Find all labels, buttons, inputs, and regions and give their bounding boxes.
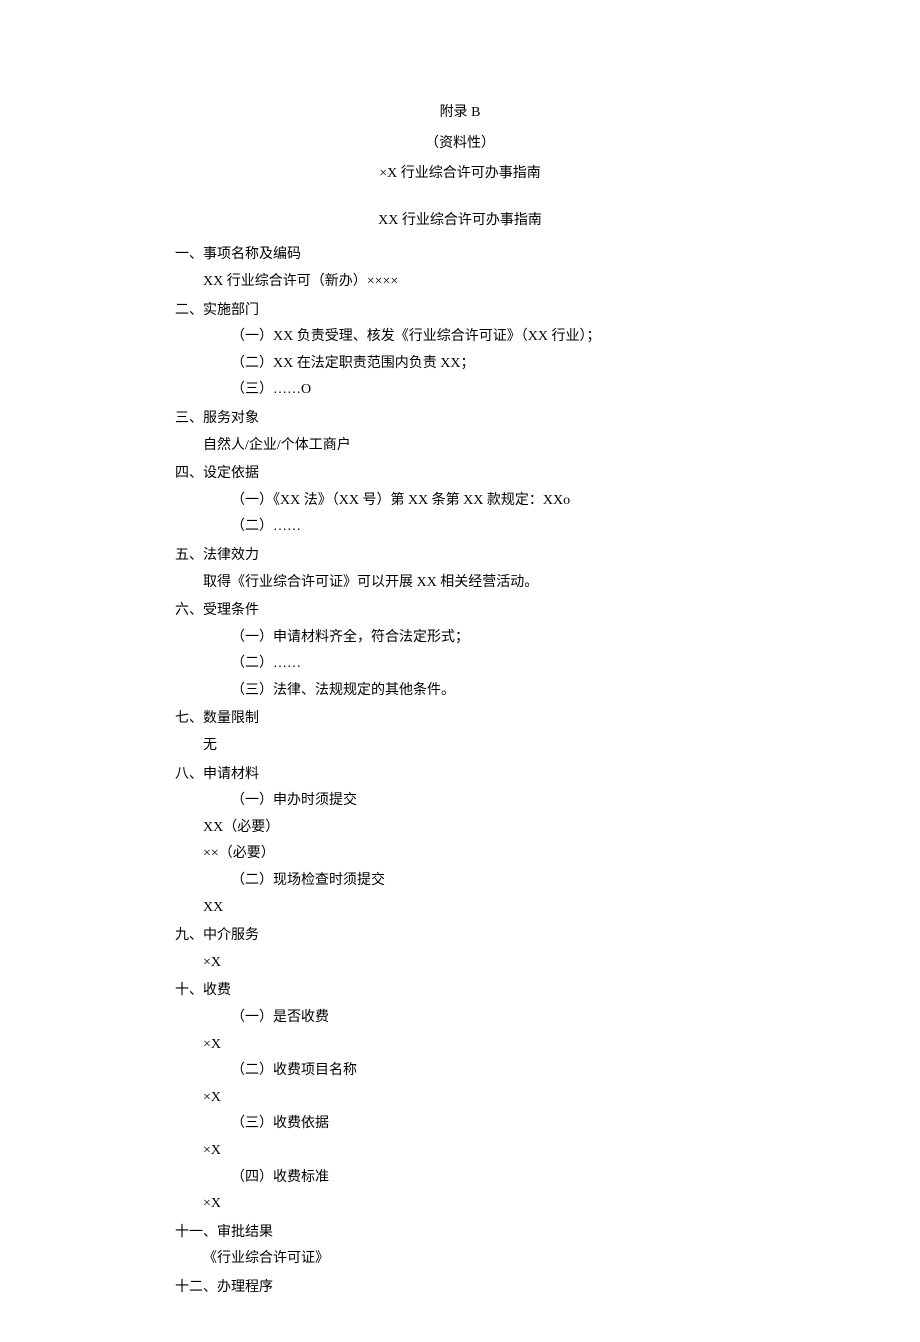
section-10-line-1: ×X (175, 1032, 745, 1059)
section-8-item-1: （一）申办时须提交 (175, 788, 745, 815)
section-8-heading: 八、申请材料 (175, 762, 745, 789)
section-10-heading: 十、收费 (175, 978, 745, 1005)
section-8-line-1: XX（必要） (175, 815, 745, 842)
section-5-content: 取得《行业综合许可证》可以开展 XX 相关经营活动。 (175, 570, 745, 597)
section-10-item-2: （二）收费项目名称 (175, 1058, 745, 1085)
section-8-line-2: ××（必要） (175, 841, 745, 868)
section-12-heading: 十二、办理程序 (175, 1275, 745, 1302)
section-6-heading: 六、受理条件 (175, 598, 745, 625)
section-10-line-2: ×X (175, 1085, 745, 1112)
section-1-content: XX 行业综合许可（新办）×××× (175, 269, 745, 296)
section-2-item-1: （一）XX 负责受理、核发《行业综合许可证》（XX 行业）； (175, 324, 745, 351)
section-10-line-4: ×X (175, 1191, 745, 1218)
section-7-heading: 七、数量限制 (175, 706, 745, 733)
section-4-item-1: （一）《XX 法》（XX 号）第 XX 条第 XX 款规定：XXo (175, 488, 745, 515)
section-9-content: ×X (175, 950, 745, 977)
section-2-item-2: （二）XX 在法定职责范围内负责 XX； (175, 351, 745, 378)
section-3-heading: 三、服务对象 (175, 406, 745, 433)
appendix-subtitle: （资料性） (175, 131, 745, 158)
main-title: XX 行业综合许可办事指南 (175, 208, 745, 235)
section-3-content: 自然人/企业/个体工商户 (175, 433, 745, 460)
section-2-heading: 二、实施部门 (175, 298, 745, 325)
section-10-item-3: （三）收费依据 (175, 1111, 745, 1138)
section-9-heading: 九、中介服务 (175, 923, 745, 950)
section-6-item-2: （二）…… (175, 651, 745, 678)
appendix-label: 附录 B (175, 100, 745, 127)
section-8-item-2: （二）现场检查时须提交 (175, 868, 745, 895)
section-11-heading: 十一、审批结果 (175, 1220, 745, 1247)
doc-title: ×X 行业综合许可办事指南 (175, 161, 745, 188)
section-1-heading: 一、事项名称及编码 (175, 242, 745, 269)
section-5-heading: 五、法律效力 (175, 543, 745, 570)
section-4-heading: 四、设定依据 (175, 461, 745, 488)
section-6-item-1: （一）申请材料齐全，符合法定形式； (175, 625, 745, 652)
section-11-content: 《行业综合许可证》 (175, 1246, 745, 1273)
section-7-content: 无 (175, 733, 745, 760)
section-6-item-3: （三）法律、法规规定的其他条件。 (175, 678, 745, 705)
section-10-line-3: ×X (175, 1138, 745, 1165)
section-8-line-3: XX (175, 895, 745, 922)
section-4-item-2: （二）…… (175, 514, 745, 541)
section-10-item-4: （四）收费标准 (175, 1165, 745, 1192)
section-2-item-3: （三）……O (175, 377, 745, 404)
section-10-item-1: （一）是否收费 (175, 1005, 745, 1032)
